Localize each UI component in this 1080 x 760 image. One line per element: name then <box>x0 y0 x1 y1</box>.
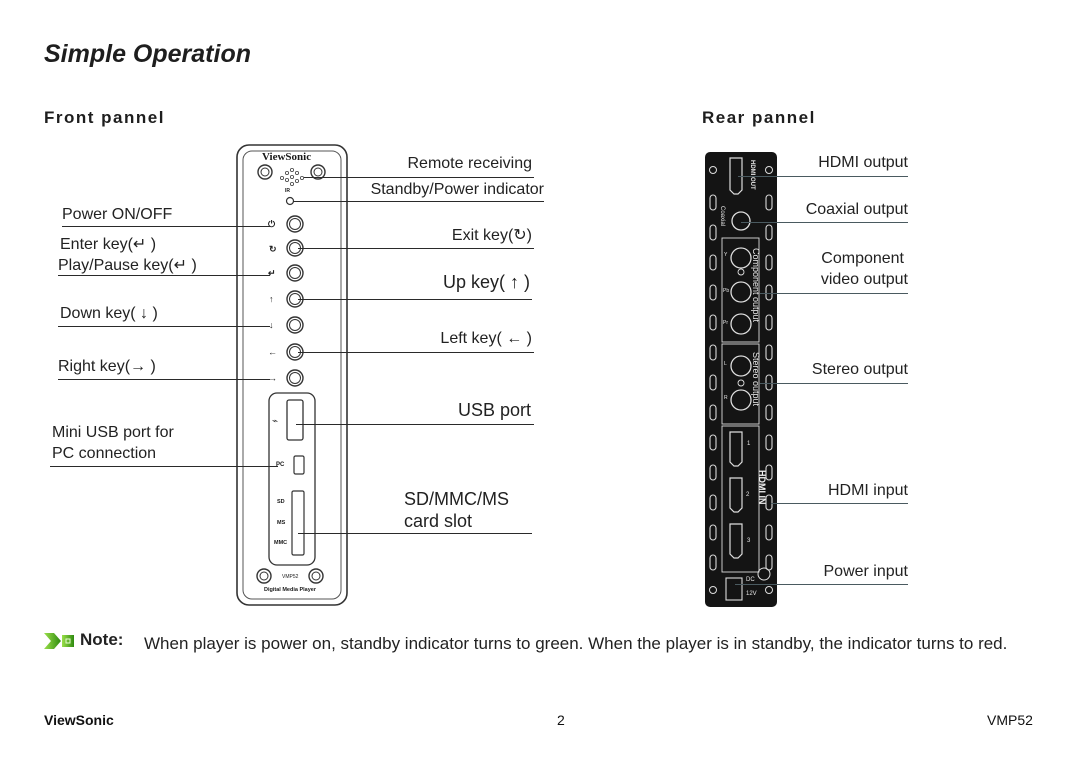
note-text: When player is power on, standby indicat… <box>144 634 1008 653</box>
hdmi-in-2-label: 2 <box>746 492 750 498</box>
leader-line <box>741 222 908 223</box>
footer-brand: ViewSonic <box>44 712 114 728</box>
pb-label: Pb <box>723 288 730 294</box>
component-device-label: Component output <box>751 248 761 323</box>
callout-hdmi-input: HDMI input <box>827 482 908 499</box>
footer-model: VMP52 <box>987 712 1033 728</box>
stereo-device-label: Stereo output <box>751 352 761 407</box>
12v-label: 12V <box>746 591 757 597</box>
hdmi-in-device-label: HDMI IN <box>757 470 767 505</box>
y-label: Y <box>724 252 728 258</box>
leader-line <box>735 584 908 585</box>
leader-line <box>760 383 908 384</box>
leader-line <box>771 503 908 504</box>
callout-stereo-output: Stereo output <box>811 361 908 378</box>
callout-hdmi-output: HDMI output <box>818 154 908 171</box>
dc-label: DC <box>746 577 755 583</box>
note-heading: Note: <box>80 630 124 649</box>
pr-label: Pr <box>723 320 728 326</box>
leader-line <box>760 293 908 294</box>
l-label: L <box>724 361 727 367</box>
callout-coaxial-output: Coaxial output <box>805 201 908 218</box>
coaxial-device-label: Coaxial <box>719 206 725 227</box>
green-arrow-note-icon <box>44 633 74 649</box>
callout-power-input: Power input <box>823 563 909 580</box>
footer-page-number: 2 <box>557 712 565 728</box>
leader-line <box>738 176 908 177</box>
r-label: R <box>724 395 728 401</box>
hdmi-in-1-label: 1 <box>747 441 751 447</box>
hdmi-in-3-label: 3 <box>747 538 751 544</box>
hdmi-out-device-label: HDMI OUT <box>749 160 755 190</box>
callout-component-line2: video output <box>820 271 908 288</box>
callout-component-line1: Component <box>821 250 904 267</box>
